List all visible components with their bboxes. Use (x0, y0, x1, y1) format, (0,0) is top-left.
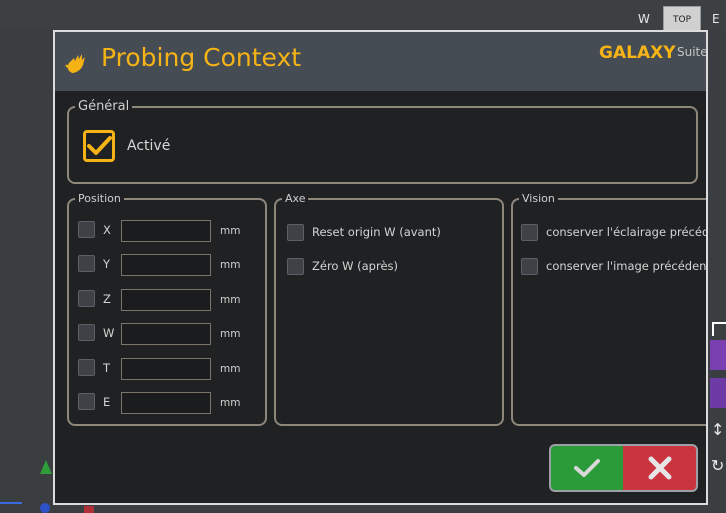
active-checkbox[interactable] (83, 130, 115, 162)
ok-button[interactable] (549, 444, 623, 492)
zero-w-label: Zéro W (après) (312, 259, 399, 273)
axis-x-indicator (0, 502, 22, 504)
position-y-checkbox[interactable] (78, 255, 95, 272)
keep-previous-image-checkbox[interactable] (521, 258, 538, 275)
general-legend: Général (78, 99, 130, 114)
checkmark-icon (574, 459, 600, 477)
position-t-input[interactable] (121, 358, 211, 380)
active-label: Activé (127, 138, 171, 154)
home-view-icon[interactable] (712, 322, 726, 336)
axis-origin-dot (40, 503, 50, 513)
position-t-label: T (103, 361, 111, 375)
viewcube-west-label[interactable]: W (638, 12, 650, 26)
position-z-checkbox[interactable] (78, 290, 95, 307)
checkmark-icon (87, 136, 112, 155)
cancel-button[interactable] (623, 444, 698, 492)
hand-probe-icon (65, 54, 85, 73)
position-w-input[interactable] (121, 323, 211, 345)
zero-w-checkbox[interactable] (287, 258, 304, 275)
reset-origin-w-checkbox[interactable] (287, 224, 304, 241)
position-z-unit: mm (220, 294, 241, 306)
position-e-unit: mm (220, 397, 241, 409)
dialog-header: Probing Context GALAXY Suite (55, 32, 706, 91)
position-e-input[interactable] (121, 392, 211, 414)
position-legend: Position (78, 192, 121, 205)
view-toolbar-button[interactable] (710, 340, 726, 370)
position-w-checkbox[interactable] (78, 324, 95, 341)
position-t-unit: mm (220, 363, 241, 375)
position-x-input[interactable] (121, 220, 211, 242)
axis-z-indicator (84, 506, 94, 513)
position-z-input[interactable] (121, 289, 211, 311)
keep-previous-lighting-checkbox[interactable] (521, 224, 538, 241)
position-w-label: W (103, 326, 115, 340)
probing-context-dialog: Probing Context GALAXY Suite Général Act… (53, 30, 708, 505)
viewcube-east-label[interactable]: E (712, 12, 720, 26)
pan-arrows-icon[interactable]: ↕ (711, 420, 724, 439)
dialog-title: Probing Context (101, 43, 302, 72)
position-e-label: E (103, 395, 111, 409)
vision-legend: Vision (522, 192, 555, 205)
rotate-icon[interactable]: ↻ (711, 456, 724, 475)
cross-icon (648, 456, 671, 480)
keep-previous-image-label: conserver l'image précédente (546, 259, 708, 273)
position-x-label: X (103, 223, 111, 237)
position-w-unit: mm (220, 328, 241, 340)
position-y-unit: mm (220, 259, 241, 271)
position-t-checkbox[interactable] (78, 359, 95, 376)
brand-logo-text: GALAXY (599, 43, 676, 63)
keep-previous-lighting-label: conserver l'éclairage précédent (546, 225, 708, 239)
position-y-label: Y (103, 257, 111, 271)
position-x-checkbox[interactable] (78, 221, 95, 238)
axe-legend: Axe (285, 192, 306, 205)
reset-origin-w-label: Reset origin W (avant) (312, 225, 441, 239)
viewport-background (0, 0, 726, 30)
position-x-unit: mm (220, 225, 241, 237)
position-z-label: Z (103, 292, 111, 306)
brand-suite-text: Suite (677, 45, 708, 59)
cube-view-icon[interactable] (710, 378, 726, 408)
axis-y-indicator (40, 460, 52, 474)
position-e-checkbox[interactable] (78, 393, 95, 410)
position-y-input[interactable] (121, 254, 211, 276)
